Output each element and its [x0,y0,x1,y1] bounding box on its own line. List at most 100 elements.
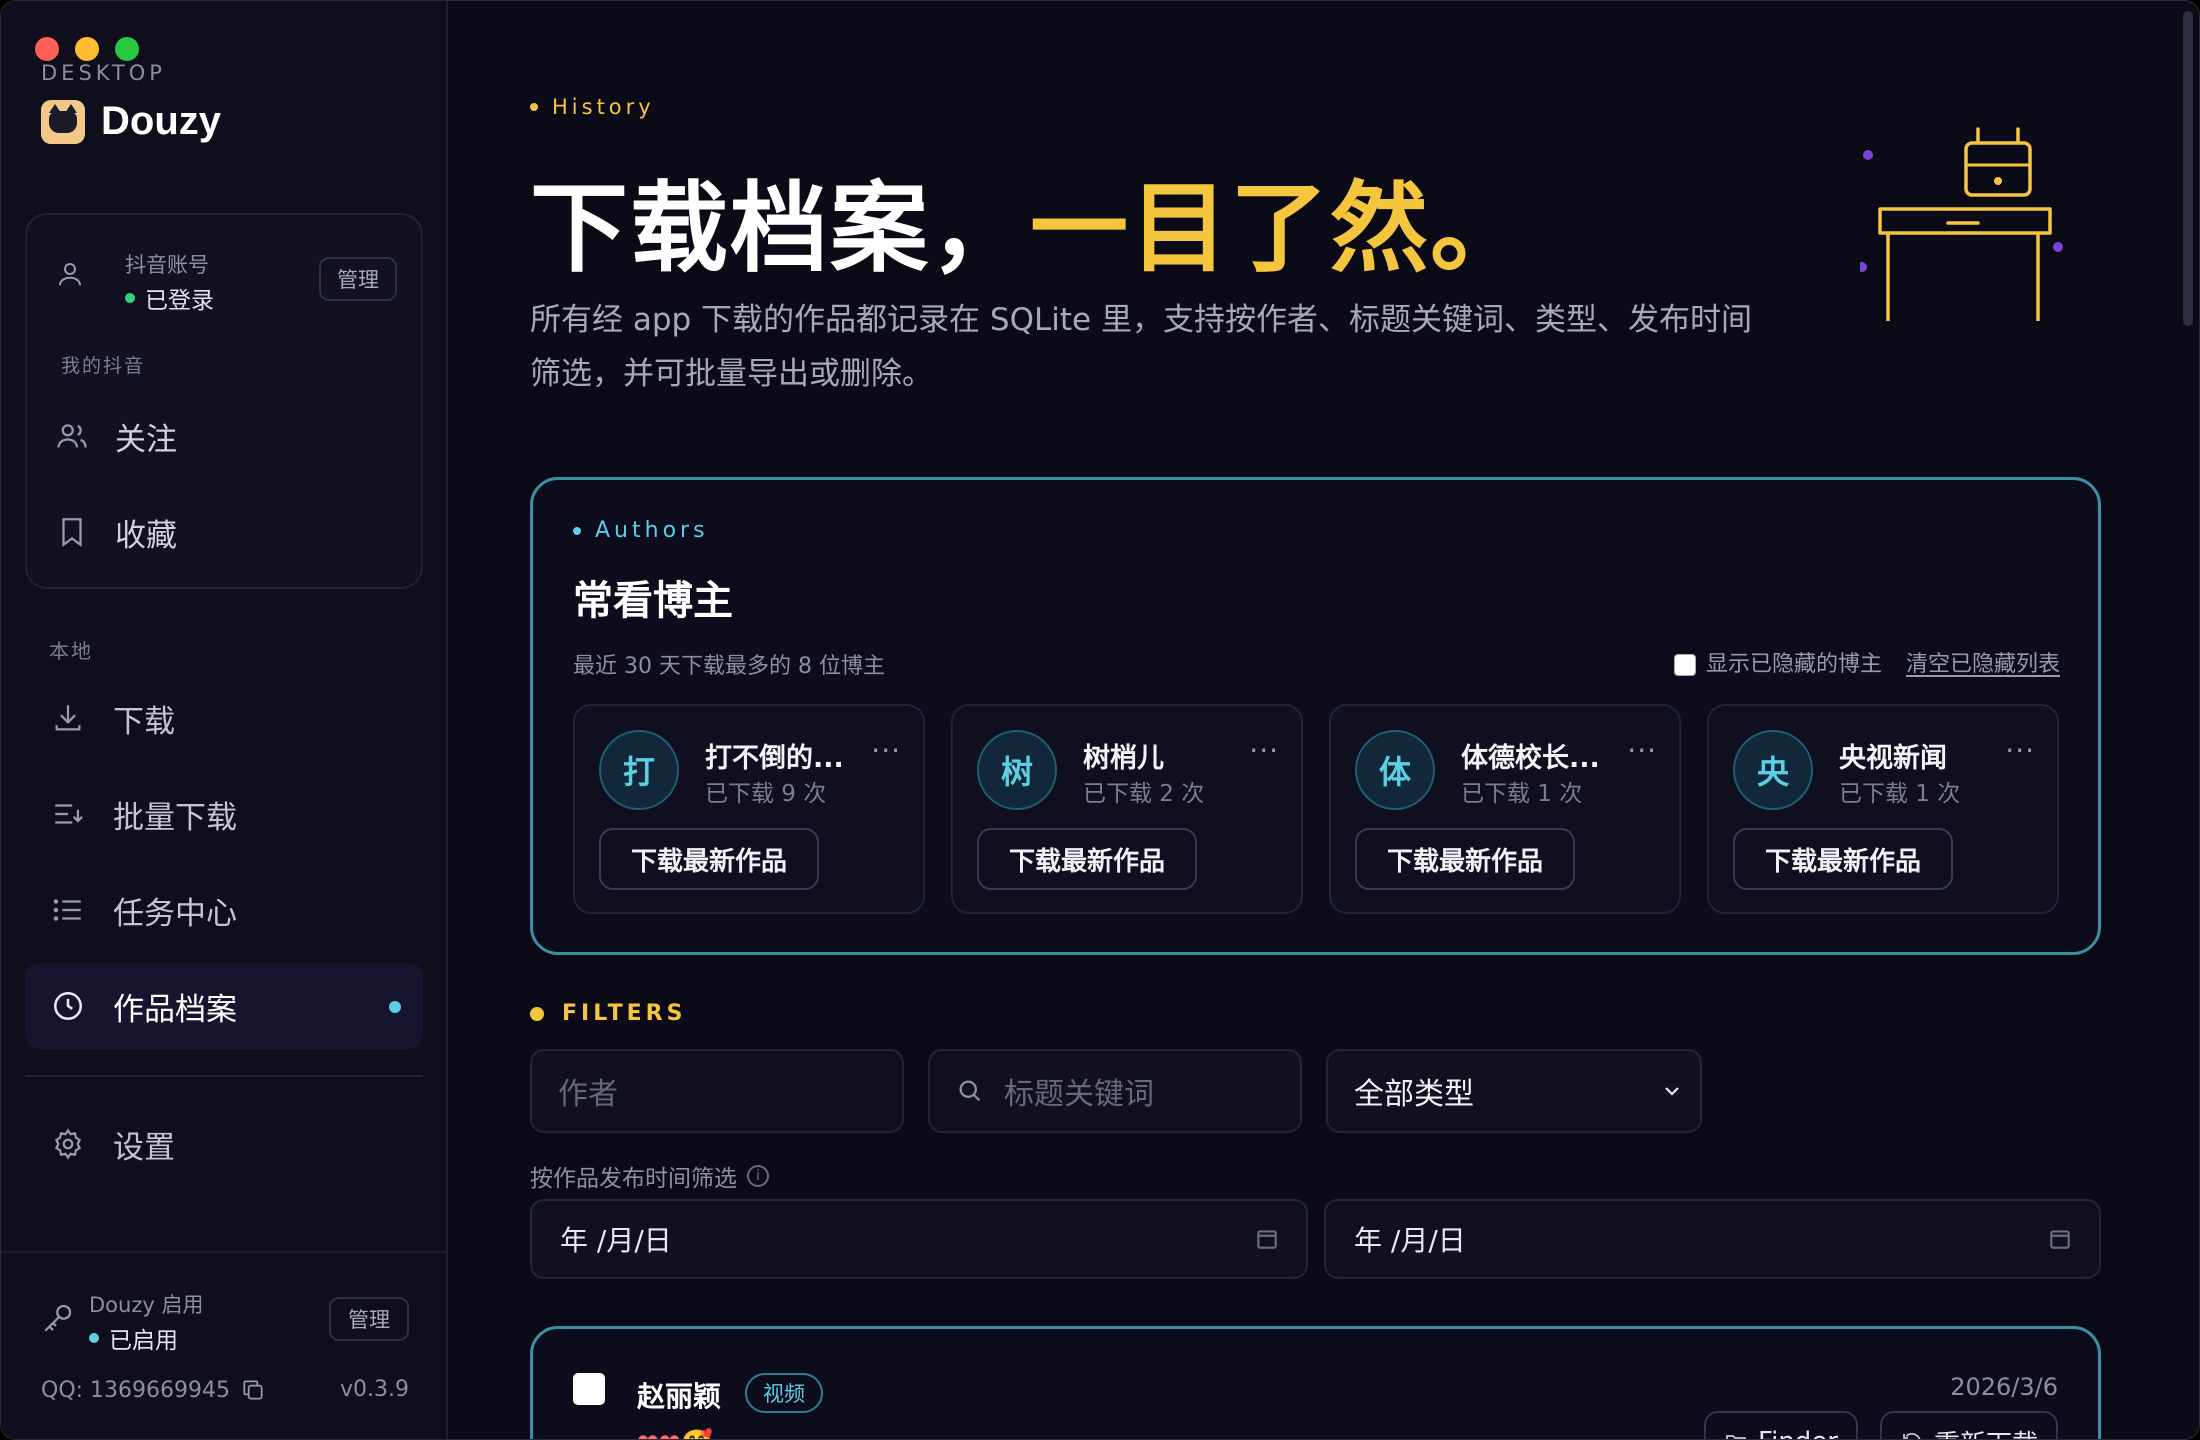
nav-item-label: 任务中心 [113,895,237,932]
avatar[interactable]: 打 [599,730,679,810]
redownload-button[interactable]: 重新下载 [1879,1411,2058,1440]
end-date-input[interactable]: 年 /月/日 [1324,1199,2101,1279]
nav-item-history[interactable]: 作品档案 [25,963,423,1049]
nav-item-download[interactable]: 下载 [25,675,423,761]
license-manage-button[interactable]: 管理 [329,1297,409,1341]
show-hidden-label: 显示已隐藏的博主 [1705,652,1882,677]
nav-item-following[interactable]: 关注 [55,401,395,471]
reveal-in-finder-button[interactable]: Finder [1704,1411,1858,1439]
avatar[interactable]: 央 [1733,730,1813,810]
brand-name: Douzy [101,99,221,143]
info-icon[interactable]: i [747,1165,769,1187]
app-window: DESKTOP Douzy 抖音账号 已登录 管理 我的抖音 关注 收藏 本地 … [0,0,2200,1440]
author-download-count: 已下载 9 次 [705,781,827,807]
author-name[interactable]: 体德校长... [1461,736,1611,775]
authors-eyebrow: Authors [573,518,709,543]
my-douyin-section-label: 我的抖音 [61,355,146,377]
nav-item-label: 作品档案 [113,991,237,1028]
download-latest-button[interactable]: 下载最新作品 [977,828,1197,890]
window-controls [35,37,139,61]
keyword-search-placeholder: 标题关键词 [1004,1077,1154,1112]
close-window-button[interactable] [35,37,59,61]
author-name[interactable]: 打不倒的... [705,736,855,775]
nav-item-label: 下载 [113,703,175,740]
author-name[interactable]: 树梢儿 [1083,736,1233,775]
redownload-label: 重新下载 [1934,1424,2038,1440]
show-hidden-toggle[interactable]: 显示已隐藏的博主 [1673,646,1882,678]
download-latest-button[interactable]: 下载最新作品 [1355,828,1575,890]
clear-hidden-link[interactable]: 清空已隐藏列表 [1906,646,2060,678]
archive-box-illustration-icon [1860,127,2063,321]
start-date-placeholder: 年 /月/日 [560,1224,672,1257]
record-date: 2026/3/6 [1950,1373,2058,1401]
nav-item-favorites[interactable]: 收藏 [55,497,395,567]
eyebrow-dot [573,526,581,535]
author-card: 打 打不倒的... 已下载 9 次 ··· 下载最新作品 [573,704,925,914]
more-options-icon[interactable]: ··· [2005,734,2035,767]
download-latest-button[interactable]: 下载最新作品 [599,828,819,890]
page-description: 所有经 app 下载的作品都记录在 SQLite 里，支持按作者、标题关键词、类… [530,302,1752,392]
avatar[interactable]: 树 [977,730,1057,810]
calendar-icon[interactable] [1254,1226,1280,1252]
history-record-card: 赵丽颖 视频 ❤❤🥰 2026/3/6 Finder 重新下载 [530,1326,2101,1440]
chevron-down-icon [1665,1087,1679,1096]
gear-icon [54,1128,82,1160]
author-filter-input[interactable]: 作者 [530,1049,904,1133]
qq-number: QQ: 1369669945 [41,1377,231,1403]
avatar[interactable]: 体 [1355,730,1435,810]
copy-icon[interactable] [240,1377,266,1403]
more-options-icon[interactable]: ··· [1249,734,1279,767]
record-author[interactable]: 赵丽颖 [637,1375,721,1415]
record-title: ❤❤🥰 [637,1429,713,1439]
brand-eyebrow: DESKTOP [41,61,166,85]
nav-item-label: 批量下载 [113,799,237,836]
show-hidden-checkbox[interactable] [1673,654,1696,676]
sidebar: DESKTOP Douzy 抖音账号 已登录 管理 我的抖音 关注 收藏 本地 … [1,1,448,1439]
author-card: 体 体德校长... 已下载 1 次 ··· 下载最新作品 [1329,704,1681,914]
eyebrow-text: FILTERS [562,1001,687,1026]
author-name[interactable]: 央视新闻 [1839,736,1989,775]
filters-eyebrow: FILTERS [530,1001,686,1026]
type-select[interactable]: 全部类型 [1326,1049,1702,1133]
nav-item-settings[interactable]: 设置 [25,1101,423,1187]
record-select-checkbox[interactable] [573,1373,605,1405]
download-icon [55,705,81,731]
bookmark-icon [62,518,82,548]
account-status: 已登录 [125,281,214,315]
local-section-label: 本地 [49,639,93,663]
end-date-placeholder: 年 /月/日 [1354,1224,1466,1257]
more-options-icon[interactable]: ··· [871,734,901,767]
douyin-account-row: 抖音账号 已登录 管理 [55,243,397,315]
eyebrow-dot [530,1006,544,1021]
eyebrow-text: Authors [595,518,709,543]
start-date-input[interactable]: 年 /月/日 [530,1199,1308,1279]
batch-download-icon [55,804,83,824]
panel-subtitle: 最近 30 天下载最多的 8 位博主 [573,654,885,679]
author-card-grid: 打 打不倒的... 已下载 9 次 ··· 下载最新作品 树 树梢儿 已下载 2… [573,704,2059,914]
nav-item-label: 关注 [115,421,177,458]
cat-logo-icon [41,99,85,144]
keyword-search-input[interactable]: 标题关键词 [928,1049,1302,1133]
more-options-icon[interactable]: ··· [1627,734,1657,767]
qq-contact: QQ: 1369669945 [41,1377,266,1403]
author-card: 央 央视新闻 已下载 1 次 ··· 下载最新作品 [1707,704,2059,914]
list-icon [53,899,81,921]
page-title-accent: 一目了然。 [1030,172,1531,286]
author-download-count: 已下载 1 次 [1461,781,1583,807]
minimize-window-button[interactable] [75,37,99,61]
app-version: v0.3.9 [340,1377,409,1402]
frequent-authors-panel: Authors 常看博主 最近 30 天下载最多的 8 位博主 显示已隐藏的博主… [530,477,2101,955]
nav-item-batch-download[interactable]: 批量下载 [25,771,423,857]
nav-item-task-center[interactable]: 任务中心 [25,867,423,953]
zoom-window-button[interactable] [115,37,139,61]
date-filter-label-text: 按作品发布时间筛选 [530,1166,737,1192]
eyebrow-dot [530,103,538,111]
refresh-icon [1903,1433,1921,1439]
sidebar-footer: QQ: 1369669945 v0.3.9 [41,1377,409,1403]
finder-label: Finder [1758,1427,1838,1439]
calendar-icon[interactable] [2047,1226,2073,1252]
scrollbar[interactable] [2183,11,2193,326]
download-latest-button[interactable]: 下载最新作品 [1733,828,1953,890]
license-status-text: 已启用 [109,1328,178,1354]
account-manage-button[interactable]: 管理 [319,257,397,301]
